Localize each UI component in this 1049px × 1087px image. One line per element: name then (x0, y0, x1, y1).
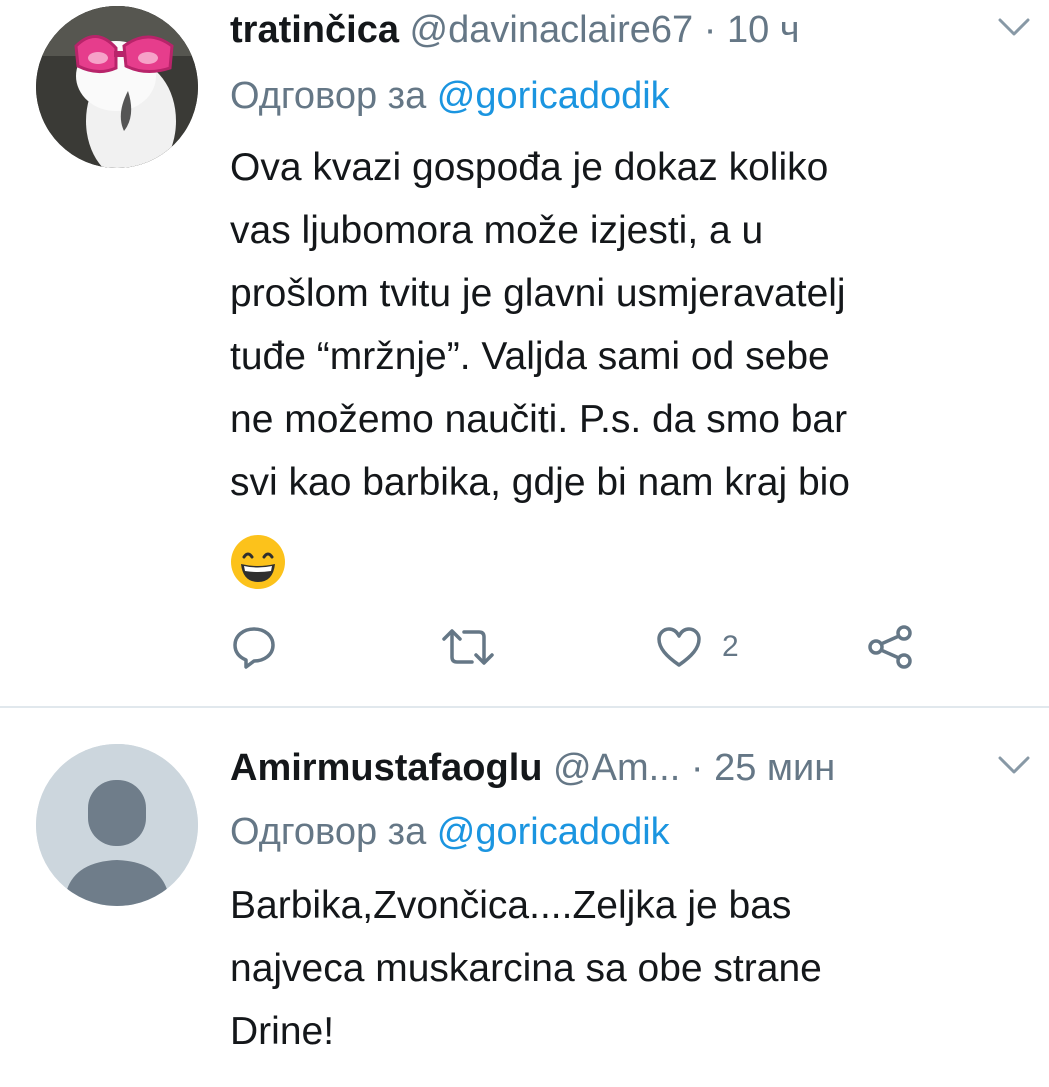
reply-icon (233, 627, 275, 669)
chevron-down-icon[interactable] (997, 754, 1031, 778)
handle[interactable]: @davinaclaire67 (410, 9, 694, 51)
tweet-text-line: Barbika,Zvončica....Zeljka je bas (230, 884, 792, 927)
separator: · (690, 747, 704, 789)
tweet-text-line: Ova kvazi gospođa je dokaz koliko (230, 146, 829, 189)
tweet-text-line: svi kao barbika, gdje bi nam kraj bio (230, 461, 850, 504)
like-button[interactable]: 2 (656, 622, 739, 672)
handle[interactable]: @Am... (553, 747, 680, 789)
display-name[interactable]: Amirmustafaoglu (230, 747, 542, 789)
share-icon (868, 625, 912, 669)
replying-to: Одговор за @goricadodik (230, 802, 670, 862)
tweet-text-line: Drine! (230, 1010, 335, 1053)
replying-to-prefix: Одговор за (230, 75, 427, 117)
tweet-header: tratinčica @davinaclaire67 · 10 ч (230, 0, 1049, 60)
avatar[interactable] (36, 744, 198, 906)
tweet-text: Ova kvazi gospođa je dokaz koliko vas lj… (230, 136, 1030, 514)
retweet-icon (442, 629, 494, 665)
separator: · (703, 9, 717, 51)
tweet[interactable]: Amirmustafaoglu @Am... · 25 мин Одговор … (0, 708, 1049, 1087)
grinning-emoji-icon (230, 534, 286, 590)
reply-button[interactable] (232, 622, 276, 672)
tweet-text-line: vas ljubomora može izjesti, a u (230, 209, 764, 252)
tweet-actions: 2 (232, 622, 932, 672)
tweet-header: Amirmustafaoglu @Am... · 25 мин (230, 738, 1049, 798)
retweet-button[interactable] (440, 622, 496, 672)
replying-to-prefix: Одговор за (230, 811, 427, 853)
tweet-text-line: ne možemo naučiti. P.s. da smo bar (230, 398, 848, 441)
heart-icon (657, 627, 701, 667)
tweet-text-line: tuđe “mržnje”. Valjda sami od sebe (230, 335, 830, 378)
default-avatar-icon (36, 744, 198, 906)
share-button[interactable] (866, 622, 914, 672)
display-name[interactable]: tratinčica (230, 9, 399, 51)
replying-to: Одговор за @goricadodik (230, 66, 670, 126)
replying-to-mention[interactable]: @goricadodik (437, 811, 670, 853)
tweet-text-line: najveca muskarcina sa obe strane (230, 947, 822, 990)
timestamp[interactable]: 10 ч (727, 9, 800, 51)
chevron-down-icon[interactable] (997, 16, 1031, 40)
replying-to-mention[interactable]: @goricadodik (437, 75, 670, 117)
tweet-text-line: prošlom tvitu je glavni usmjeravatelj (230, 272, 846, 315)
tweet[interactable]: tratinčica @davinaclaire67 · 10 ч Одгово… (0, 0, 1049, 706)
timestamp[interactable]: 25 мин (714, 747, 835, 789)
tweet-text: Barbika,Zvončica....Zeljka je bas najvec… (230, 874, 1030, 1063)
avatar-image (36, 6, 198, 168)
like-count: 2 (722, 630, 739, 663)
avatar[interactable] (36, 6, 198, 168)
